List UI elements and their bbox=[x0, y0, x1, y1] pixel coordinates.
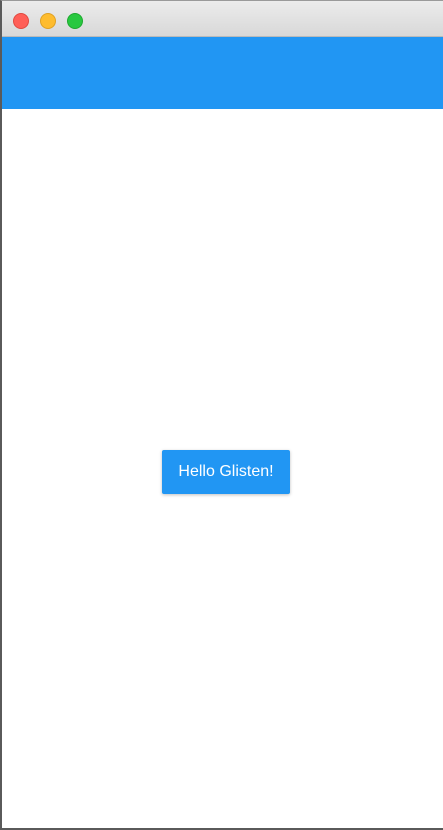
minimize-window-button[interactable] bbox=[40, 13, 56, 29]
hello-glisten-button[interactable]: Hello Glisten! bbox=[162, 450, 290, 494]
close-window-button[interactable] bbox=[13, 13, 29, 29]
app-window: Hello Glisten! bbox=[0, 0, 443, 830]
window-titlebar[interactable] bbox=[2, 1, 443, 37]
maximize-window-button[interactable] bbox=[67, 13, 83, 29]
main-content: Hello Glisten! bbox=[2, 109, 443, 828]
app-bar bbox=[2, 37, 443, 109]
